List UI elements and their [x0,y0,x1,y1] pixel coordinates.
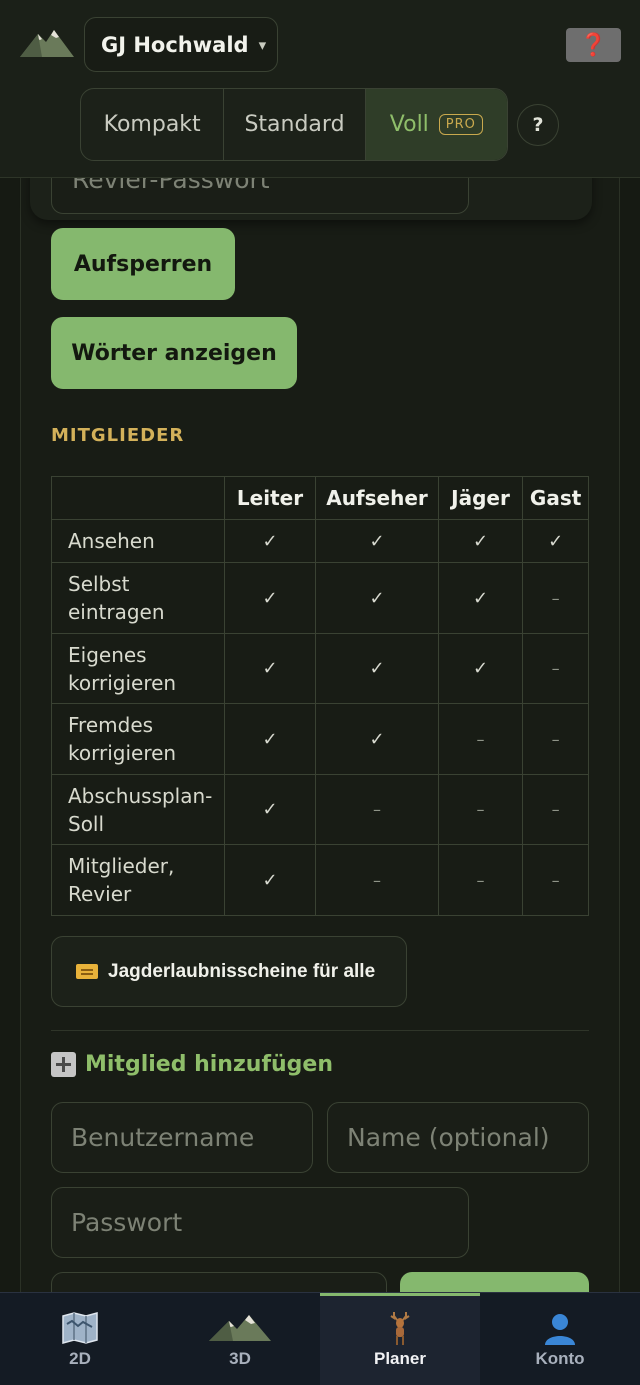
table-cell: ✓ [315,519,439,563]
nav-planer[interactable]: Planer [320,1293,480,1385]
table-cell: ✓ [223,844,317,916]
deer-icon [385,1311,415,1345]
row-label-line2: eintragen [68,600,165,624]
mode-standard-button[interactable]: Standard [224,89,366,160]
table-cell: ✓ [315,703,439,775]
row-label-line1: Abschussplan- [68,783,213,808]
mode-voll-label: Voll [389,112,429,137]
permissions-table-scroll[interactable]: Leiter Aufseher Jäger Gast Ansehen ✓ ✓ ✓… [51,476,589,916]
table-cell: – [437,844,524,916]
row-label-line1: Mitglieder, [68,854,175,878]
table-cell: – [522,703,589,775]
mode-kompakt-button[interactable]: Kompakt [81,89,225,160]
hunting-licenses-label: Jagderlaubnisscheine für alle [108,960,376,982]
table-cell: ✓ [223,519,317,563]
table-row: Ansehen ✓ ✓ ✓ ✓ [51,519,589,563]
bottom-navigation: 2D 3D Planer Konto [0,1292,640,1385]
mode-voll-button[interactable]: Voll PRO [365,89,507,160]
table-cell: – [522,562,589,634]
row-label-line2: Revier [68,882,132,906]
nav-3d-label: 3D [229,1349,251,1368]
nav-2d[interactable]: 2D [0,1293,160,1385]
unlock-button[interactable]: Aufsperren [51,228,235,300]
ticket-icon [76,964,98,979]
table-cell: – [522,844,589,916]
name-input[interactable]: Name (optional) [327,1102,589,1173]
permissions-table: Leiter Aufseher Jäger Gast Ansehen ✓ ✓ ✓… [51,476,589,916]
revier-name: GJ Hochwald [101,32,249,57]
table-cell: ✓ [315,562,439,634]
add-member-heading: Mitglied hinzufügen [51,1052,333,1077]
revier-selector[interactable]: GJ Hochwald ▾ [84,17,278,72]
add-member-title: Mitglied hinzufügen [85,1052,334,1077]
plus-icon [51,1052,76,1077]
mountain-logo-icon [20,30,74,57]
row-label-line2: korrigieren [68,741,177,765]
help-button[interactable]: ? [517,104,559,146]
table-cell: – [522,633,589,704]
row-label-line2: korrigieren [68,670,177,695]
row-label: Selbst eintragen [51,562,225,634]
user-icon [543,1311,577,1345]
map-icon [61,1311,99,1345]
show-words-button[interactable]: Wörter anzeigen [51,317,297,389]
table-row: Mitglieder, Revier ✓ – – – [51,844,589,916]
table-cell: – [315,844,439,916]
table-row: Fremdes korrigieren ✓ ✓ – – [51,703,589,775]
row-label-line2: Soll [68,811,105,836]
help-question-icon[interactable]: ❓ [566,28,621,62]
table-cell: ✓ [437,519,524,563]
table-row: Selbst eintragen ✓ ✓ ✓ – [51,562,589,634]
table-cell: ✓ [315,633,439,704]
row-label: Abschussplan- Soll [51,774,225,845]
view-mode-toggle: Kompakt Standard Voll PRO [80,88,508,161]
member-password-input[interactable]: Passwort [51,1187,469,1258]
hunting-licenses-button[interactable]: Jagderlaubnisscheine für alle [51,936,407,1007]
members-section-title: MITGLIEDER [51,425,185,446]
table-cell: ✓ [223,633,317,704]
username-input[interactable]: Benutzername [51,1102,313,1173]
table-row: Abschussplan- Soll ✓ – – – [51,774,589,845]
column-header [51,476,225,520]
row-label-line1: Eigenes [68,642,147,667]
divider [51,1030,589,1031]
table-cell: ✓ [223,703,317,775]
table-header-row: Leiter Aufseher Jäger Gast [51,476,589,520]
table-cell: ✓ [522,519,589,563]
row-label: Mitglieder, Revier [51,844,225,916]
table-cell: – [437,774,524,845]
table-cell: ✓ [437,562,524,634]
table-cell: – [315,774,439,845]
chevron-down-icon: ▾ [258,35,267,54]
row-label: Ansehen [51,519,225,563]
column-header-gast: Gast [522,476,589,520]
nav-2d-label: 2D [69,1349,91,1368]
pro-badge: PRO [438,114,483,135]
table-cell: ✓ [223,562,317,634]
row-label-line1: Selbst [68,572,130,596]
table-cell: ✓ [223,774,317,845]
table-cell: – [437,703,524,775]
table-cell: – [522,774,589,845]
column-header-jaeger: Jäger [437,476,524,520]
nav-konto[interactable]: Konto [480,1293,640,1385]
column-header-leiter: Leiter [223,476,317,520]
table-row: Eigenes korrigieren ✓ ✓ ✓ – [51,633,589,704]
nav-planer-label: Planer [374,1349,426,1368]
nav-konto-label: Konto [535,1349,585,1368]
mountain-icon [207,1311,273,1345]
row-label: Eigenes korrigieren [51,633,225,704]
row-label: Fremdes korrigieren [51,703,225,775]
nav-3d[interactable]: 3D [160,1293,320,1385]
table-cell: ✓ [437,633,524,704]
row-label-line1: Fremdes [68,713,154,737]
app-header: GJ Hochwald ▾ ❓ Kompakt Standard Voll PR… [0,0,640,178]
column-header-aufseher: Aufseher [315,476,439,520]
row-label-line1: Ansehen [68,529,155,553]
